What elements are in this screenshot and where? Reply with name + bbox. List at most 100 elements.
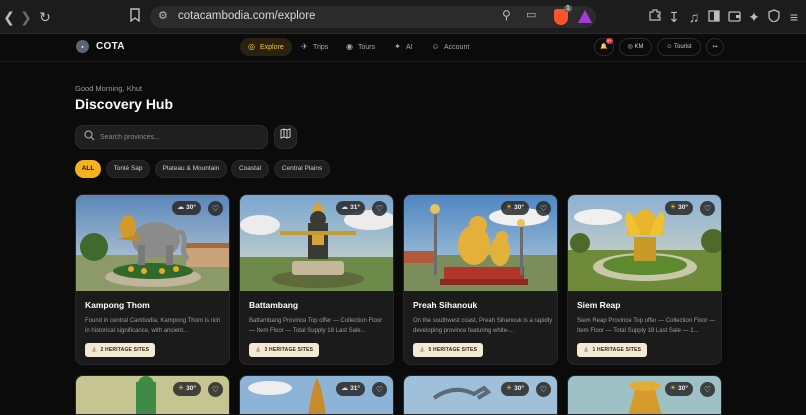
menu-icon[interactable]: ≡ <box>785 8 803 26</box>
cast-icon[interactable]: ▭ <box>526 8 536 21</box>
favorite-button[interactable]: ♡ <box>372 201 387 216</box>
heart-icon: ♡ <box>539 385 548 394</box>
globe-icon: ◎ <box>627 44 633 50</box>
province-card[interactable]: ☀ 30° ♡ Preah Sihanouk On the southwest c… <box>403 194 558 365</box>
heritage-badge: ⛪ 5 HERITAGE SITES <box>413 343 484 357</box>
temple-icon: ⛪ <box>255 347 262 353</box>
province-image <box>568 376 721 414</box>
zoom-icon[interactable]: ⚲ <box>502 8 511 22</box>
filter-tonle-sap[interactable]: Tonlé Sap <box>106 160 150 178</box>
logo-text[interactable]: COTA <box>96 41 125 52</box>
cloud-icon: ☁ <box>341 204 349 211</box>
sun-icon: ☀ <box>505 385 513 392</box>
heritage-badge: ⛪ 2 HERITAGE SITES <box>85 343 156 357</box>
province-card[interactable]: ☀ 30° ♡ Siem Reap Siem Reap Province Top … <box>567 194 722 365</box>
province-card[interactable]: ☀ 30° ♡ <box>403 375 558 415</box>
card-description: On the southwest coast, Preah Sihanouk i… <box>413 318 553 334</box>
nav-tours[interactable]: ◉ Tours <box>338 38 383 56</box>
cloud-icon: ☁ <box>341 385 349 392</box>
province-image <box>404 376 557 414</box>
favorite-button[interactable]: ♡ <box>372 382 387 397</box>
sun-icon: ☀ <box>505 204 513 211</box>
province-image <box>76 195 229 291</box>
vpn-icon[interactable] <box>765 8 783 26</box>
shield-count-badge: 1 <box>564 5 572 12</box>
heart-icon: ♡ <box>211 385 220 394</box>
logout-button[interactable]: ↦ <box>706 38 724 56</box>
language-button[interactable]: ◎ KM <box>619 38 652 56</box>
user-icon: ☺ <box>666 44 673 50</box>
province-card[interactable]: ☀ 30° ♡ <box>75 375 230 415</box>
page-title: Discovery Hub <box>75 96 174 112</box>
temple-icon: ⛪ <box>583 347 590 353</box>
favorite-button[interactable]: ♡ <box>536 201 551 216</box>
reload-icon[interactable]: ↻ <box>36 8 54 26</box>
filter-coastal[interactable]: Coastal <box>231 160 269 178</box>
card-title: Preah Sihanouk <box>413 300 478 310</box>
heart-icon: ♡ <box>375 385 384 394</box>
province-image <box>76 376 229 414</box>
url-text: cotacambodia.com/explore <box>178 10 316 22</box>
favorite-button[interactable]: ♡ <box>700 201 715 216</box>
card-title: Battambang <box>249 300 299 310</box>
favorite-button[interactable]: ♡ <box>700 382 715 397</box>
address-bar[interactable]: ⚙ cotacambodia.com/explore ⚲ ▭ 1 <box>150 5 596 28</box>
card-description: Siem Reap Province Top offer — Collectio… <box>577 318 716 334</box>
favorite-button[interactable]: ♡ <box>208 201 223 216</box>
nav-account[interactable]: ☺ Account <box>424 38 477 56</box>
province-card[interactable]: ☁ 31° ♡ Battambang Battambang Province To… <box>239 194 394 365</box>
favorite-button[interactable]: ♡ <box>208 382 223 397</box>
logo-seal[interactable]: ● <box>76 40 89 53</box>
map-view-button[interactable] <box>274 125 297 149</box>
province-image <box>240 195 393 291</box>
filter-all[interactable]: ALL <box>75 160 101 178</box>
site-settings-icon[interactable]: ⚙ <box>158 9 168 22</box>
temperature-badge: ☀ 30° <box>500 201 529 215</box>
nav-trips[interactable]: ✈ Trips <box>293 38 336 56</box>
back-icon[interactable]: ❮ <box>0 8 18 26</box>
temple-icon: ⛪ <box>419 347 426 353</box>
heart-icon: ♡ <box>211 204 220 213</box>
download-icon[interactable]: ↧ <box>665 8 683 26</box>
favorite-button[interactable]: ♡ <box>536 382 551 397</box>
role-button[interactable]: ☺ Tourist <box>657 38 701 56</box>
province-card[interactable]: ☀ 30° ♡ <box>567 375 722 415</box>
heritage-badge: ⛪ 3 HERITAGE SITES <box>249 343 320 357</box>
bell-icon: 🔔 <box>600 44 608 50</box>
nav-ai[interactable]: ✦ AI <box>386 38 421 56</box>
filter-central-plains[interactable]: Central Plains <box>274 160 330 178</box>
wallet-icon[interactable] <box>725 8 743 26</box>
search-input[interactable] <box>98 131 258 144</box>
media-icon[interactable]: ♫ <box>685 8 703 26</box>
sparkle-icon: ✦ <box>394 42 401 51</box>
temperature-badge: ☀ 30° <box>664 382 693 396</box>
sun-icon: ☀ <box>177 385 185 392</box>
heritage-badge: ⛪ 1 HERITAGE SITES <box>577 343 648 357</box>
browser-toolbar: ❮ ❯ ↻ ⚙ cotacambodia.com/explore ⚲ ▭ 1 ↧… <box>0 0 806 34</box>
nav-explore[interactable]: ◎ Explore <box>240 38 292 56</box>
filter-plateau-mountain[interactable]: Plateau & Mountain <box>155 160 227 178</box>
search-box[interactable] <box>75 125 268 149</box>
brave-rewards-icon[interactable] <box>578 10 592 23</box>
province-card[interactable]: ☁ 30° ♡ Kampong Thom Found in central Cam… <box>75 194 230 365</box>
sidebar-icon[interactable] <box>705 8 723 26</box>
heart-icon: ♡ <box>539 204 548 213</box>
province-image <box>568 195 721 291</box>
user-icon: ☺ <box>431 42 440 51</box>
province-image <box>404 195 557 291</box>
logout-icon: ↦ <box>712 44 718 50</box>
card-description: Found in central Cambodia, Kampong Thom … <box>85 318 221 334</box>
province-card[interactable]: ☁ 31° ♡ <box>239 375 394 415</box>
search-icon <box>84 130 95 144</box>
bookmark-icon[interactable] <box>126 8 144 26</box>
globe-icon: ◎ <box>248 42 255 51</box>
sun-icon: ☀ <box>669 385 677 392</box>
heart-icon: ♡ <box>703 204 712 213</box>
leo-ai-icon[interactable]: ✦ <box>745 8 763 26</box>
card-title: Siem Reap <box>577 300 621 310</box>
extensions-icon[interactable] <box>646 8 664 26</box>
card-description: Battambang Province Top offer — Collecti… <box>249 318 383 334</box>
temperature-badge: ☀ 30° <box>172 382 201 396</box>
province-image <box>240 376 393 414</box>
forward-icon[interactable]: ❯ <box>17 8 35 26</box>
